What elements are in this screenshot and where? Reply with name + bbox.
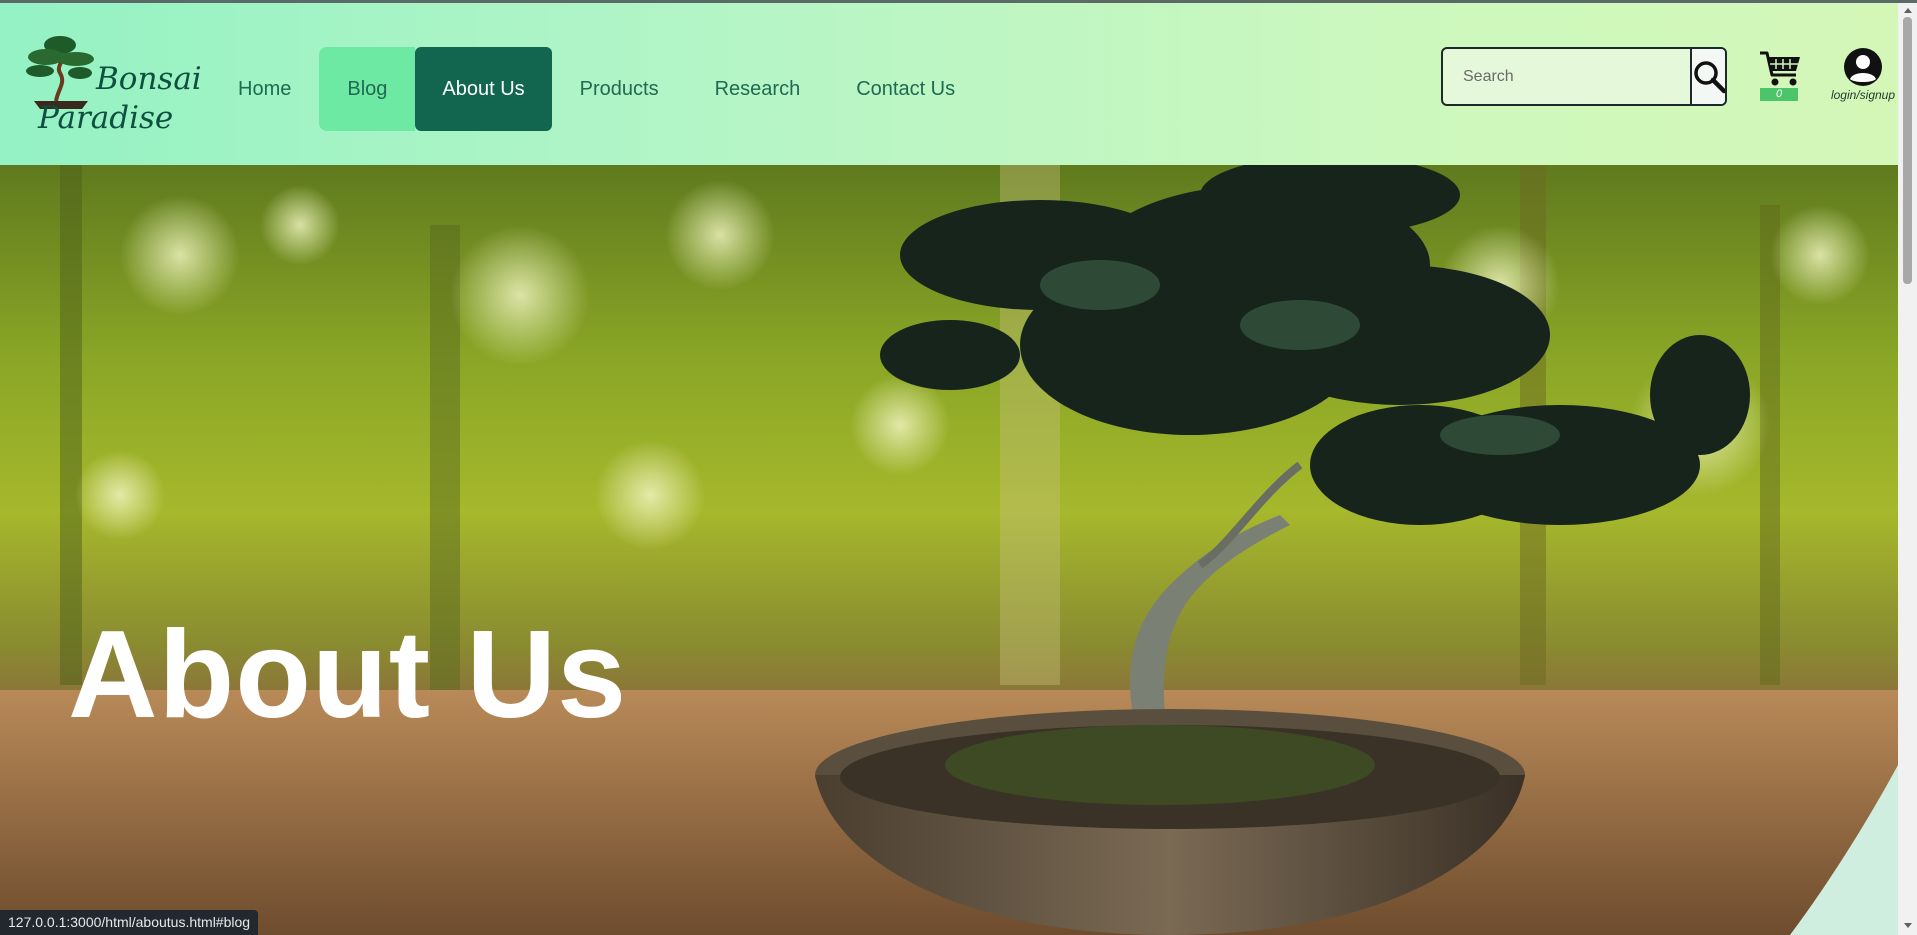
search-box [1441,47,1727,106]
nav-about-us[interactable]: About Us [415,47,552,131]
scroll-down-icon[interactable] [1904,923,1912,928]
scroll-up-icon[interactable] [1904,8,1912,13]
nav-blog[interactable]: Blog [319,47,416,131]
cart-count-badge: 0 [1760,88,1798,101]
logo-text-line1: Bonsai [96,61,202,97]
hero-bonsai-image [0,165,1898,935]
search-button[interactable] [1690,49,1725,104]
logo-text-line2: Paradise [38,100,174,136]
browser-status-bar: 127.0.0.1:3000/html/aboutus.html#blog [0,910,259,935]
main-nav: Home Blog About Us Products Research Con… [210,47,983,131]
page-scrollbar[interactable] [1898,3,1917,935]
cart-icon [1760,51,1800,86]
account-button[interactable]: login/signup [1828,47,1898,107]
nav-products[interactable]: Products [552,47,687,131]
nav-home[interactable]: Home [210,47,319,131]
hero-title: About Us [68,606,628,744]
site-logo[interactable]: Bonsai Paradise [26,31,202,141]
site-header: Bonsai Paradise Home Blog About Us Produ… [0,3,1898,165]
account-label: login/signup [1830,88,1896,102]
hero-banner: About Us [0,165,1898,935]
search-icon [1694,60,1725,93]
bonsai-logo-icon [26,36,94,109]
nav-contact-us[interactable]: Contact Us [828,47,983,131]
search-input[interactable] [1443,49,1690,104]
cart-button[interactable]: 0 [1756,49,1804,104]
nav-research[interactable]: Research [687,47,829,131]
scroll-thumb[interactable] [1903,17,1912,284]
user-icon [1844,48,1882,86]
